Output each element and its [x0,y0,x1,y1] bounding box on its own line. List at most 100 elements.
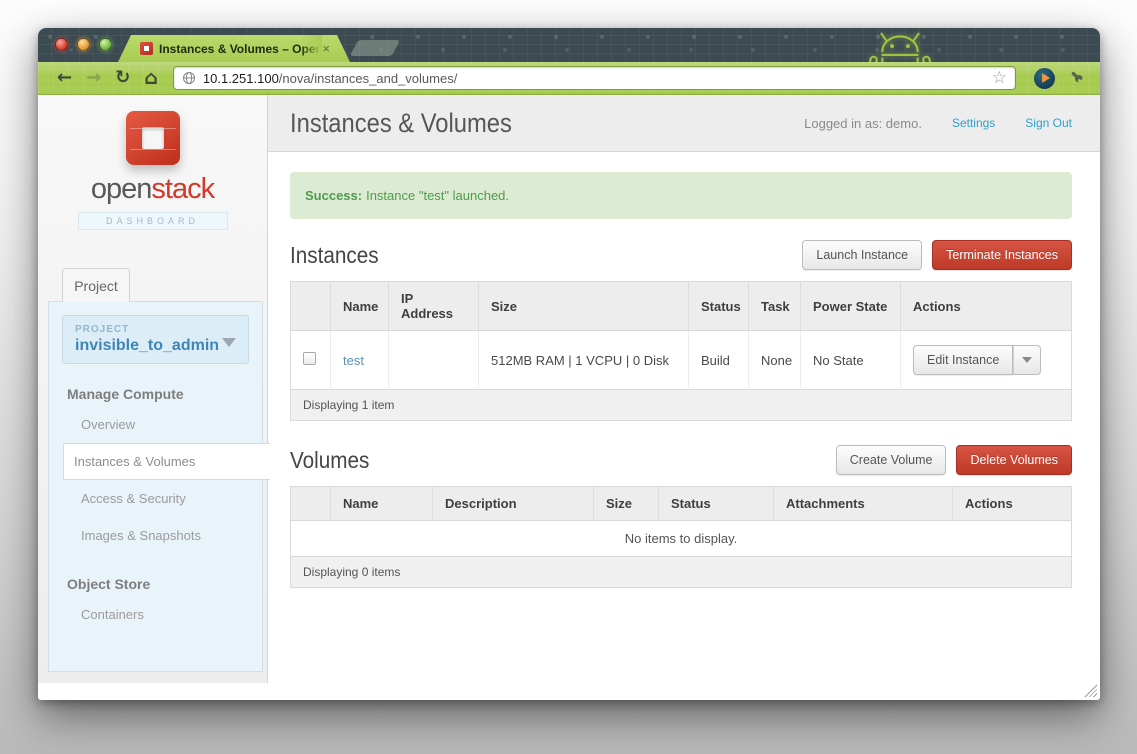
instance-power-state: No State [801,331,901,390]
sidebar-heading-manage-compute: Manage Compute [67,386,262,402]
page-title: Instances & Volumes [290,108,512,139]
bookmark-star-icon[interactable]: ☆ [992,68,1007,88]
edit-instance-dropdown-button[interactable] [1013,345,1041,375]
sidebar-item-access-security[interactable]: Access & Security [49,480,262,517]
table-row: test 512MB RAM | 1 VCPU | 0 Disk Build N… [291,331,1072,390]
col-actions: Actions [953,487,1072,521]
browser-titlebar: Instances & Volumes – Open × [38,28,1100,62]
tab-project[interactable]: Project [62,268,130,302]
instances-footer: Displaying 1 item [291,390,1072,421]
browser-toolbar: ← → ↻ ⌂ 10.1.251.100/nova/instances_and_… [38,62,1100,95]
sidebar-item-containers[interactable]: Containers [49,596,262,633]
settings-link[interactable]: Settings [952,116,995,130]
sign-out-link[interactable]: Sign Out [1025,116,1072,130]
instance-ip [389,331,479,390]
col-description: Description [433,487,594,521]
sidebar: openstack DASHBOARD Project PROJECT invi… [38,95,268,683]
instance-task: None [749,331,801,390]
project-selector[interactable]: PROJECT invisible_to_admin [62,315,249,364]
new-tab-button[interactable] [350,40,401,56]
delete-volumes-button[interactable]: Delete Volumes [956,445,1072,475]
instance-size: 512MB RAM | 1 VCPU | 0 Disk [479,331,689,390]
wordmark-open: open [91,173,152,205]
col-name: Name [331,487,433,521]
col-select [291,282,331,331]
home-icon[interactable]: ⌂ [144,69,158,88]
sidebar-item-images-snapshots[interactable]: Images & Snapshots [49,517,262,554]
col-size: Size [479,282,689,331]
url-text[interactable]: 10.1.251.100/nova/instances_and_volumes/ [203,71,992,86]
col-size: Size [594,487,659,521]
openstack-cube-icon [126,111,180,165]
instances-header-row: Name IP Address Size Status Task Power S… [291,282,1072,331]
extension-icon[interactable] [1034,68,1055,89]
alert-prefix: Success: [305,188,362,203]
volumes-footer: Displaying 0 items [291,557,1072,588]
volumes-table: Name Description Size Status Attachments… [290,486,1072,588]
openstack-logo: openstack DASHBOARD [38,95,267,230]
col-power: Power State [801,282,901,331]
col-name: Name [331,282,389,331]
tab-title-fade [300,35,322,62]
chevron-down-icon[interactable] [222,338,236,347]
volumes-section-header: Volumes Create Volume Delete Volumes [290,445,1072,475]
browser-tab[interactable]: Instances & Volumes – Open × [118,35,350,62]
col-status: Status [689,282,749,331]
content-area: Success: Instance "test" launched. Instan… [268,152,1100,588]
edit-instance-button[interactable]: Edit Instance [913,345,1013,375]
openstack-wordmark: openstack [38,173,267,206]
wrench-menu-icon[interactable] [1067,70,1084,87]
globe-icon [182,71,196,85]
volumes-empty-text: No items to display. [291,521,1072,557]
chevron-down-icon [1022,357,1032,363]
address-bar[interactable]: 10.1.251.100/nova/instances_and_volumes/… [173,66,1016,90]
browser-window: Instances & Volumes – Open × ← → ↻ ⌂ 10.… [38,28,1100,700]
volumes-header-row: Name Description Size Status Attachments… [291,487,1072,521]
volumes-heading: Volumes [290,447,369,474]
dashboard-badge: DASHBOARD [78,212,228,230]
sidebar-panel: PROJECT invisible_to_admin Manage Comput… [48,301,263,672]
instance-name-link[interactable]: test [343,353,364,368]
project-selector-label: PROJECT [75,324,236,335]
close-window-button[interactable] [55,38,68,51]
tab-title: Instances & Volumes – Open [159,42,318,56]
instances-section-header: Instances Launch Instance Terminate Inst… [290,240,1072,270]
instance-status: Build [689,331,749,390]
instances-table: Name IP Address Size Status Task Power S… [290,281,1072,421]
col-task: Task [749,282,801,331]
launch-instance-button[interactable]: Launch Instance [802,240,922,270]
main-content: Instances & Volumes Logged in as: demo. … [268,95,1100,700]
row-checkbox[interactable] [303,352,316,365]
empty-row: No items to display. [291,521,1072,557]
back-icon[interactable]: ← [57,69,72,87]
logged-in-text: Logged in as: demo. [804,116,922,131]
page-viewport: openstack DASHBOARD Project PROJECT invi… [38,95,1100,700]
instances-heading: Instances [290,242,379,269]
edit-instance-split-button: Edit Instance [913,345,1041,375]
window-controls [55,38,112,51]
forward-icon: → [86,69,101,87]
url-path: /nova/instances_and_volumes/ [279,71,458,86]
zoom-window-button[interactable] [99,38,112,51]
sidebar-heading-object-store: Object Store [67,576,262,592]
col-ip: IP Address [389,282,479,331]
col-status: Status [659,487,774,521]
alert-message: Instance "test" launched. [366,188,509,203]
col-select [291,487,331,521]
tab-close-icon[interactable]: × [322,42,330,55]
wordmark-stack: stack [151,173,214,205]
extension-arrow-glyph [1042,73,1050,83]
android-robot-decoration [840,32,960,62]
minimize-window-button[interactable] [77,38,90,51]
success-alert: Success: Instance "test" launched. [290,172,1072,219]
sidebar-item-instances-volumes[interactable]: Instances & Volumes [63,443,270,480]
create-volume-button[interactable]: Create Volume [836,445,947,475]
project-selector-value: invisible_to_admin [75,337,236,355]
reload-icon[interactable]: ↻ [115,69,130,87]
col-attachments: Attachments [774,487,953,521]
sidebar-item-overview[interactable]: Overview [49,406,262,443]
openstack-favicon [140,42,153,55]
col-actions: Actions [901,282,1072,331]
terminate-instances-button[interactable]: Terminate Instances [932,240,1072,270]
url-host: 10.1.251.100 [203,71,279,86]
